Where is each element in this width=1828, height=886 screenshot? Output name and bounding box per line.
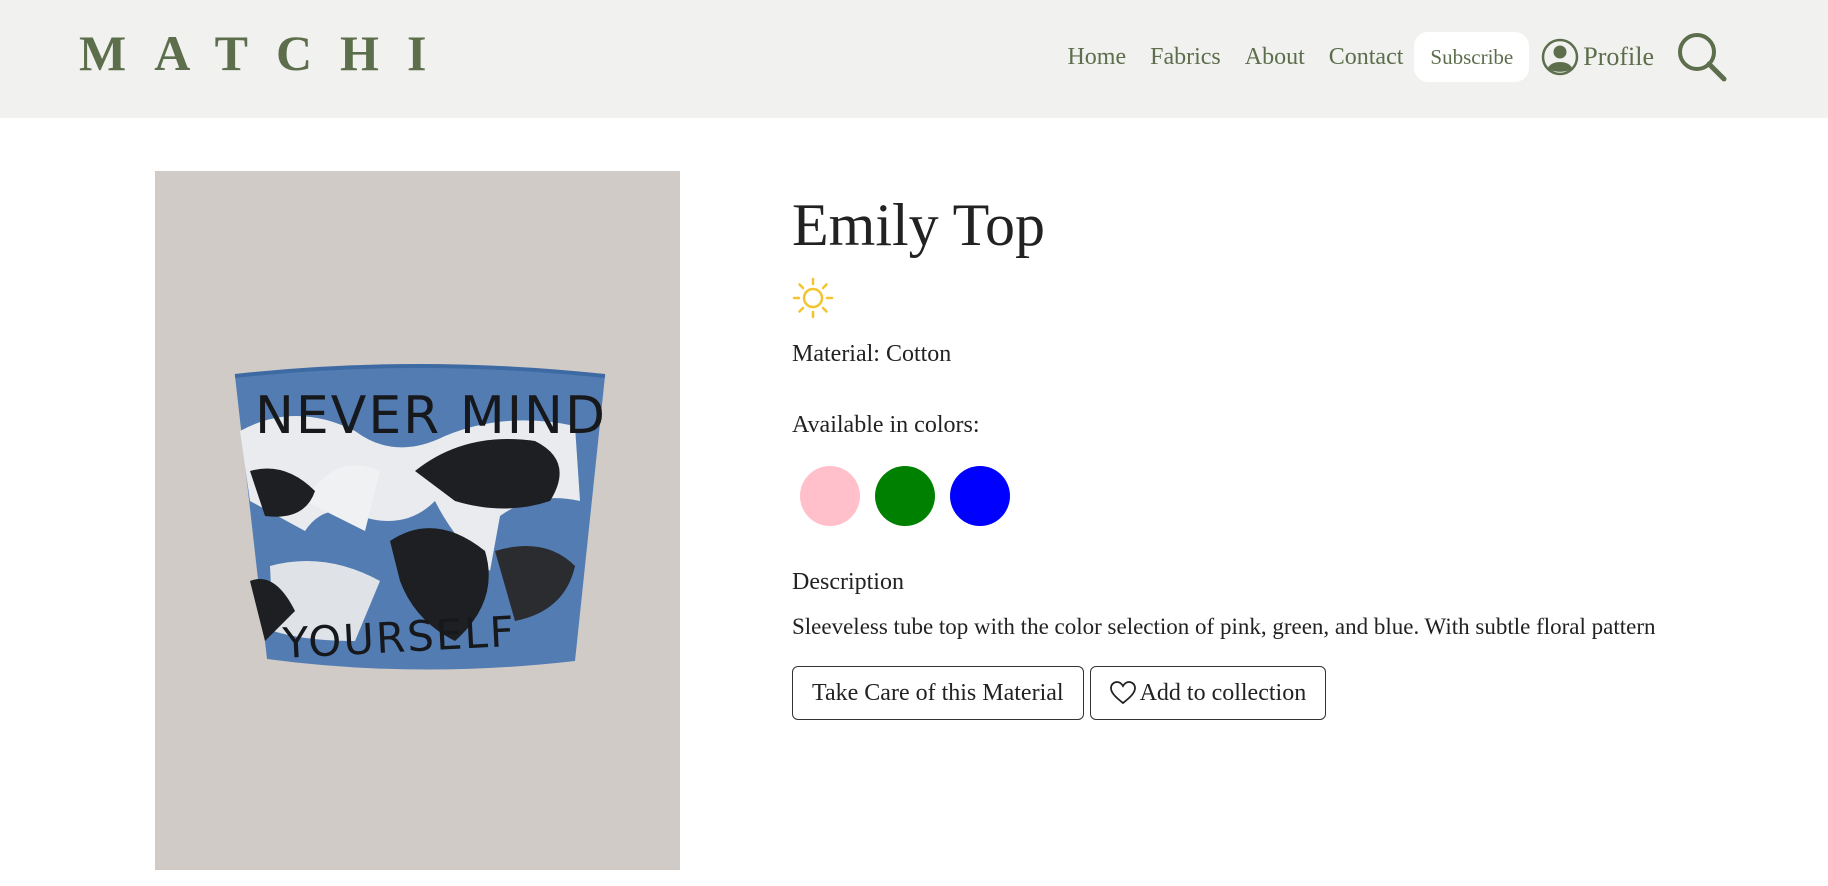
print-text-top: NEVER MIND — [255, 386, 607, 446]
description-text: Sleeveless tube top with the color selec… — [792, 614, 1656, 639]
color-swatch-pink[interactable] — [800, 466, 860, 526]
nav-about-link[interactable]: About — [1245, 44, 1305, 71]
product-details: Emily Top Material: Cotton Available in … — [792, 195, 1792, 720]
description-heading: Description — [792, 569, 904, 595]
colors-label: Available in colors: — [792, 412, 980, 438]
nav-contact-link[interactable]: Contact — [1329, 44, 1404, 71]
nav-home-link[interactable]: Home — [1067, 44, 1126, 71]
material-text: Material: Cotton — [792, 341, 952, 367]
product-title: Emily Top — [792, 192, 1046, 258]
search-icon[interactable] — [1676, 31, 1728, 83]
nav-fabrics-link[interactable]: Fabrics — [1150, 44, 1221, 71]
color-swatches — [792, 466, 1792, 526]
care-button-label: Take Care of this Material — [812, 679, 1064, 706]
color-swatch-green[interactable] — [875, 466, 935, 526]
color-swatch-blue[interactable] — [950, 466, 1010, 526]
care-button[interactable]: Take Care of this Material — [792, 666, 1084, 720]
top-navbar: MATCHI Home Fabrics About Contact Subscr… — [0, 0, 1828, 118]
product-image: NEVER MIND YOURSELF — [155, 171, 680, 870]
sun-icon — [792, 277, 834, 319]
subscribe-button[interactable]: Subscribe — [1414, 32, 1530, 82]
add-to-collection-button[interactable]: Add to collection — [1089, 666, 1327, 720]
brand-logo[interactable]: MATCHI — [79, 28, 454, 78]
tube-top-illustration: NEVER MIND YOURSELF — [234, 364, 607, 670]
profile-link[interactable]: Profile — [1541, 38, 1654, 76]
heart-icon — [1109, 681, 1136, 705]
add-button-label: Add to collection — [1139, 679, 1307, 706]
nav-links: Home Fabrics About Contact Subscribe Pro… — [1067, 26, 1728, 88]
product-actions: Take Care of this Material Add to collec… — [792, 666, 1792, 720]
user-circle-icon — [1541, 38, 1579, 76]
profile-label: Profile — [1583, 42, 1654, 71]
